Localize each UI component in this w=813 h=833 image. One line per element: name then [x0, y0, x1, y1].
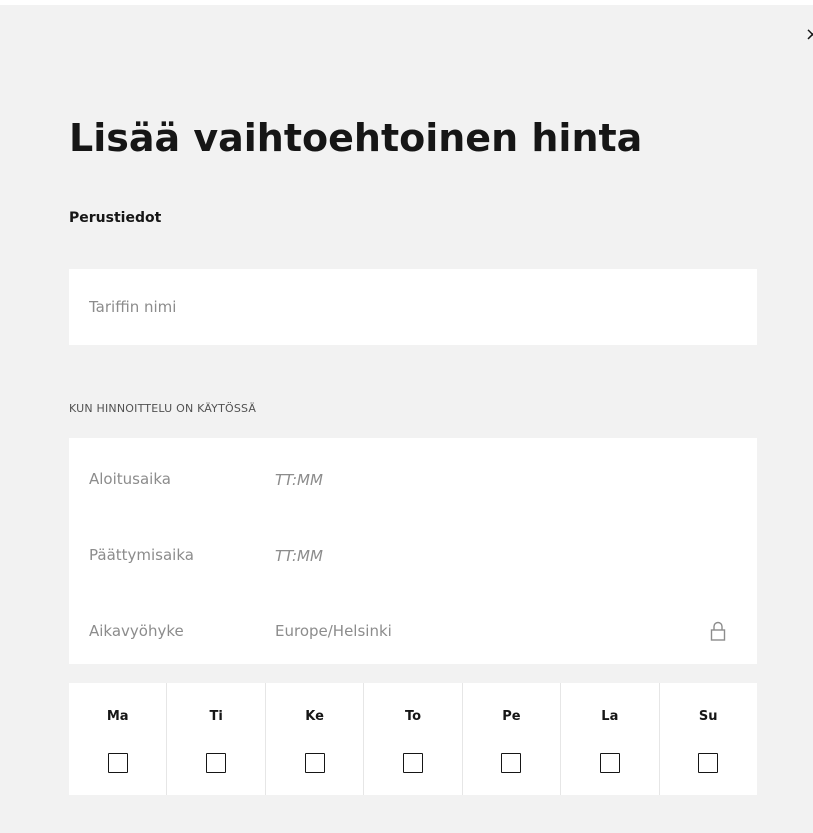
day-thursday: To — [363, 683, 462, 795]
close-glyph[interactable]: × — [805, 24, 813, 45]
day-label-thursday: To — [404, 709, 422, 724]
day-label-wednesday: Ke — [305, 709, 324, 724]
day-friday: Pe — [461, 683, 561, 795]
day-checkbox-sunday[interactable] — [698, 753, 719, 773]
weekday-selector: Ma Ti Ke To Pe La Su — [69, 683, 757, 795]
schedule-fields: Aloitusaika Päättymisaika Aikavyöhyke Eu… — [69, 438, 757, 664]
timezone-value: Europe/Helsinki — [275, 622, 392, 640]
day-checkbox-monday[interactable] — [107, 753, 128, 773]
day-tuesday: Ti — [166, 683, 265, 795]
start-time-row: Aloitusaika — [69, 460, 757, 500]
day-label-saturday: La — [601, 709, 619, 724]
end-time-label: Päättymisaika — [89, 546, 194, 564]
timezone-label: Aikavyöhyke — [89, 622, 184, 640]
tariff-name-input[interactable] — [69, 269, 757, 345]
start-time-label: Aloitusaika — [89, 470, 171, 488]
close-icon[interactable]: × — [805, 24, 813, 46]
day-checkbox-wednesday[interactable] — [304, 753, 325, 773]
day-saturday: La — [560, 683, 659, 795]
add-alternative-price-dialog: × Lisää vaihtoehtoinen hinta Perustiedot… — [0, 5, 813, 833]
day-sunday: Su — [658, 683, 757, 795]
day-wednesday: Ke — [264, 683, 364, 795]
day-checkbox-friday[interactable] — [501, 753, 522, 773]
lock-icon — [710, 621, 726, 641]
day-label-tuesday: Ti — [209, 709, 223, 724]
day-monday: Ma — [69, 683, 167, 795]
day-label-sunday: Su — [698, 709, 718, 724]
day-checkbox-tuesday[interactable] — [206, 753, 227, 773]
end-time-row: Päättymisaika — [69, 536, 757, 576]
day-label-monday: Ma — [106, 709, 129, 724]
start-time-input[interactable] — [271, 460, 579, 500]
day-checkbox-thursday[interactable] — [402, 753, 423, 773]
end-time-input[interactable] — [271, 536, 579, 576]
tariff-name-field[interactable] — [69, 269, 757, 345]
timezone-row: Aikavyöhyke Europe/Helsinki — [69, 612, 757, 652]
day-label-friday: Pe — [502, 709, 521, 724]
section-heading-schedule: KUN HINNOITTELU ON KÄYTÖSSÄ — [69, 402, 257, 415]
section-heading-basics: Perustiedot — [69, 210, 162, 226]
day-checkbox-saturday[interactable] — [599, 753, 620, 773]
dialog-title: Lisää vaihtoehtoinen hinta — [69, 116, 643, 160]
